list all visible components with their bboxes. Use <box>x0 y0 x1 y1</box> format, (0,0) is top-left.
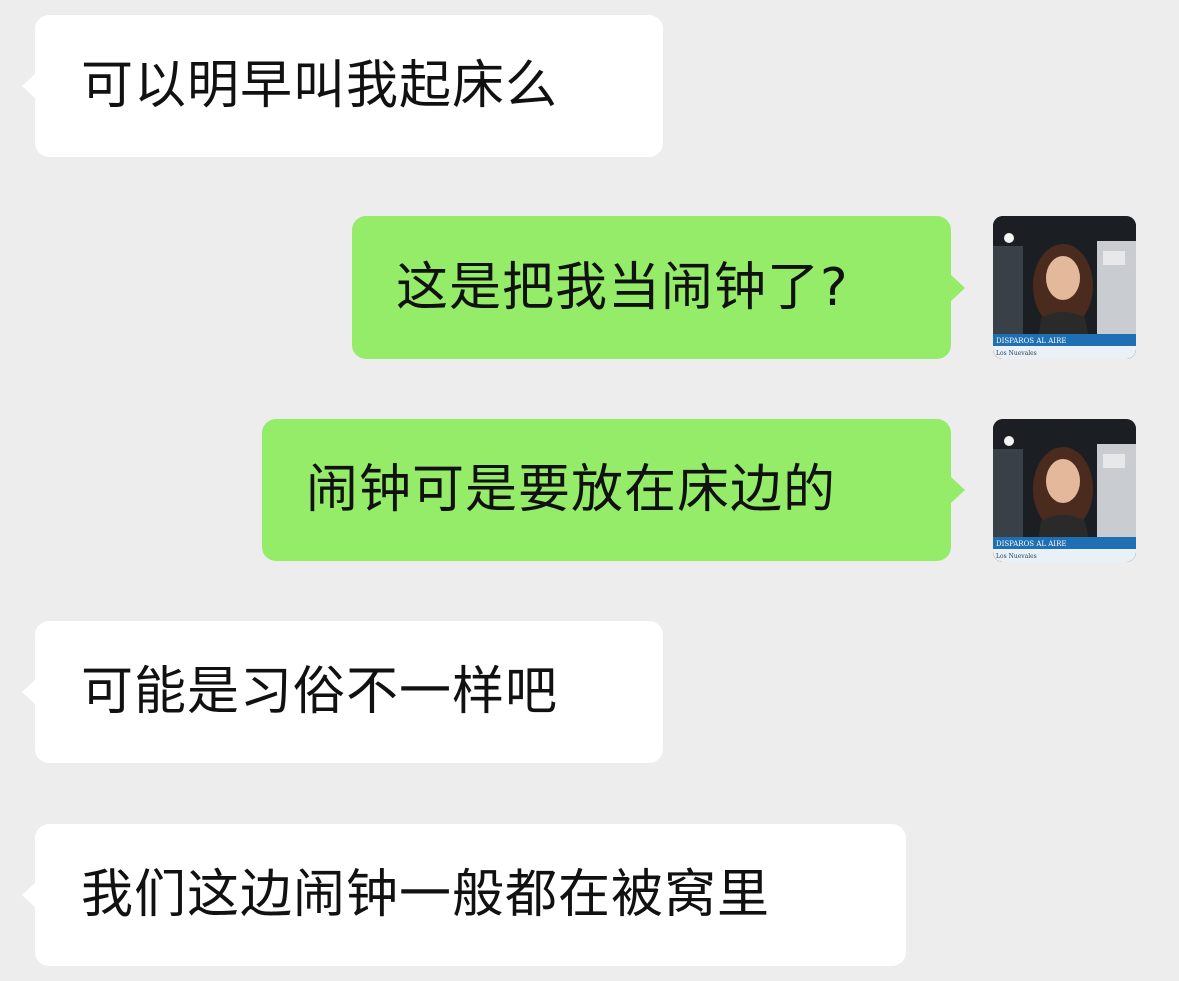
avatar-caption-1: DISPAROS AL AIRE <box>996 337 1066 345</box>
avatar-caption-1: DISPAROS AL AIRE <box>996 540 1066 548</box>
avatar-caption-2: Los Nuevales <box>996 553 1037 560</box>
outgoing-message-2[interactable]: 闹钟可是要放在床边的 <box>262 419 965 561</box>
message-text: 可以明早叫我起床么 <box>81 56 559 116</box>
message-text: 可能是习俗不一样吧 <box>81 662 559 722</box>
outgoing-message-1[interactable]: 这是把我当闹钟了? <box>352 216 965 359</box>
avatar-image: DISPAROS AL AIRE Los Nuevales <box>993 216 1136 359</box>
incoming-message-2[interactable]: 可能是习俗不一样吧 <box>22 621 663 763</box>
message-text: 这是把我当闹钟了? <box>396 257 849 318</box>
message-text: 我们这边闹钟一般都在被窝里 <box>81 865 771 925</box>
avatar[interactable]: DISPAROS AL AIRE Los Nuevales <box>993 216 1136 359</box>
incoming-message-3[interactable]: 我们这边闹钟一般都在被窝里 <box>22 824 906 966</box>
avatar[interactable]: DISPAROS AL AIRE Los Nuevales <box>993 419 1136 562</box>
avatar-image: DISPAROS AL AIRE Los Nuevales <box>993 419 1136 562</box>
incoming-message-1[interactable]: 可以明早叫我起床么 <box>22 15 663 157</box>
message-text: 闹钟可是要放在床边的 <box>306 460 837 520</box>
avatar-caption-2: Los Nuevales <box>996 350 1037 357</box>
